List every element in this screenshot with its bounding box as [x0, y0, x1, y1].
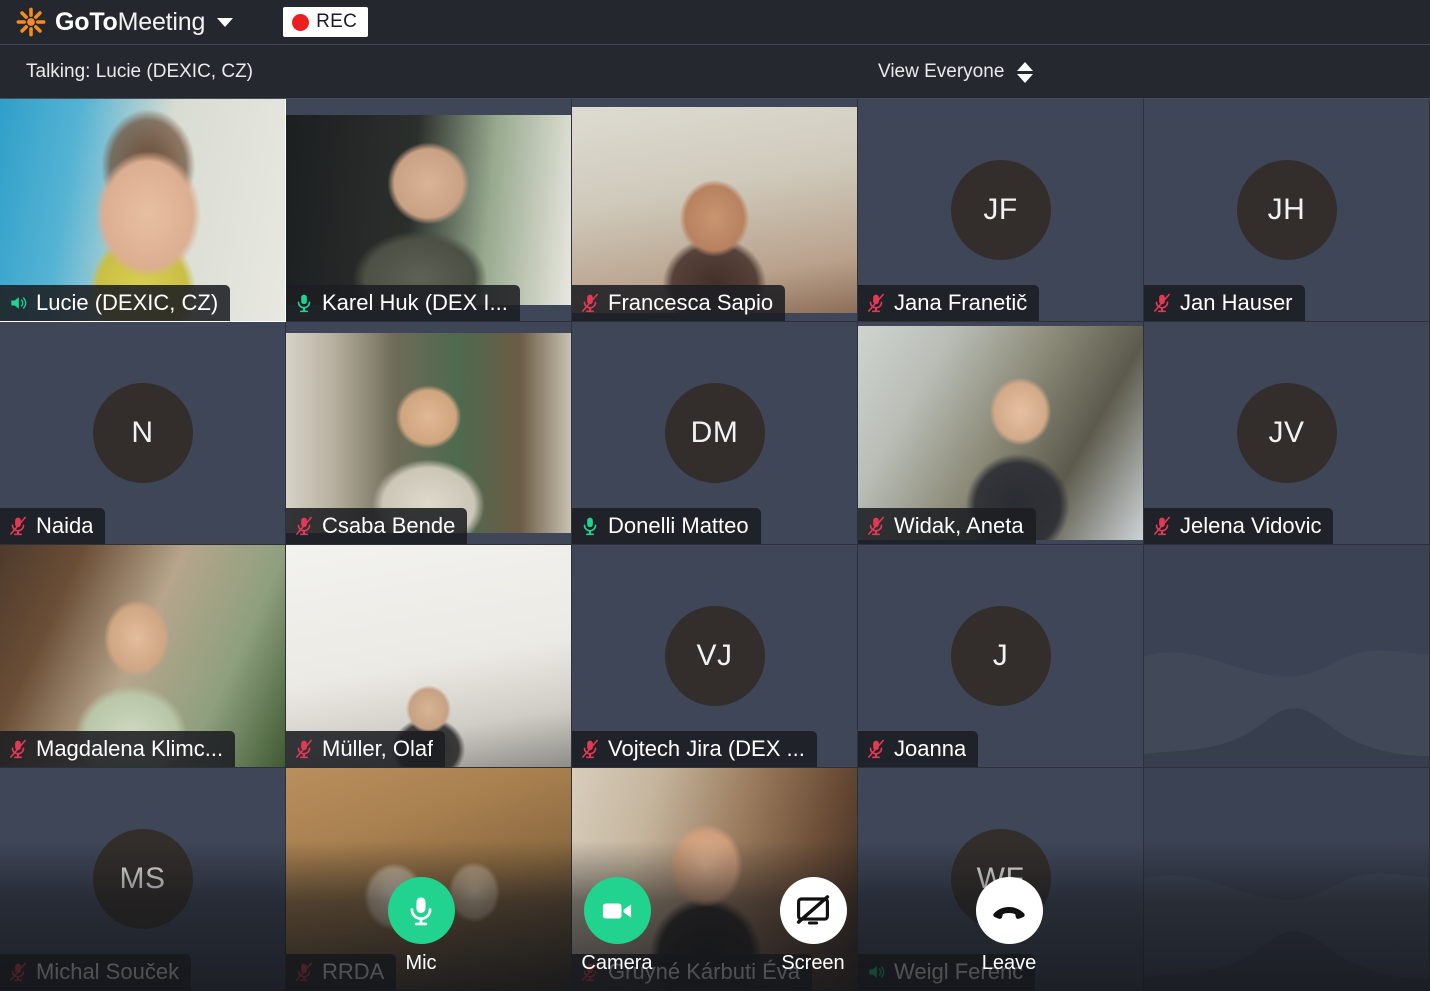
participant-nameplate: Müller, Olaf — [286, 731, 446, 767]
participant-nameplate: Jana Franetič — [858, 285, 1040, 321]
leave-control[interactable]: Leave — [943, 877, 1075, 975]
participant-name: Donelli Matteo — [608, 513, 749, 538]
participant-tile[interactable]: Lucie (DEXIC, CZ) — [0, 99, 286, 322]
record-dot-icon — [292, 13, 310, 31]
participant-name: Joanna — [894, 736, 967, 761]
mic-control[interactable]: Mic — [355, 877, 487, 975]
microphone-muted-icon — [10, 739, 26, 759]
camera-label: Camera — [581, 952, 653, 974]
mic-label: Mic — [405, 952, 437, 974]
meeting-control-bar: Mic Camera Screen Leave — [0, 871, 1430, 991]
avatar: JV — [1236, 383, 1337, 483]
participant-tile[interactable]: Csaba Bende — [286, 322, 572, 545]
participant-video — [286, 333, 571, 533]
talking-status: Talking: Lucie (DEXIC, CZ) — [26, 60, 254, 82]
app-title: GoToMeeting — [55, 8, 205, 37]
chevron-down-icon[interactable] — [217, 17, 234, 27]
recording-indicator[interactable]: REC — [283, 7, 369, 37]
microphone-muted-icon — [582, 739, 598, 759]
participant-name: Jan Hauser — [1180, 290, 1293, 315]
recording-label: REC — [316, 11, 358, 32]
participant-tile[interactable]: JF Jana Franetič — [858, 99, 1144, 322]
avatar: JF — [950, 160, 1051, 260]
microphone-muted-icon — [868, 293, 884, 313]
microphone-icon — [583, 517, 597, 536]
participant-name: Francesca Sapio — [608, 290, 774, 315]
participant-video — [286, 114, 571, 306]
participant-tile[interactable]: J Joanna — [858, 545, 1144, 768]
microphone-muted-icon — [1154, 293, 1170, 313]
app-title-bar: GoToMeeting REC — [0, 0, 1430, 45]
participant-nameplate: Lucie (DEXIC, CZ) — [0, 285, 231, 321]
participant-name: Widak, Aneta — [894, 513, 1024, 538]
participant-nameplate: Vojtech Jira (DEX ... — [572, 731, 817, 767]
participant-nameplate: Jelena Vidovic — [1144, 508, 1334, 544]
participant-nameplate: Csaba Bende — [286, 508, 468, 544]
participant-name: Müller, Olaf — [322, 736, 434, 761]
participant-nameplate: Widak, Aneta — [858, 508, 1036, 544]
gotomeeting-logo-icon — [16, 7, 46, 37]
participant-name: Lucie (DEXIC, CZ) — [36, 290, 219, 315]
avatar: DM — [664, 383, 765, 483]
gotomeeting-window: GoToMeeting REC Talking: Lucie (DEXIC, C… — [0, 0, 1430, 991]
participant-nameplate: Naida — [0, 508, 106, 544]
participant-tile[interactable]: JV Jelena Vidovic — [1144, 322, 1430, 545]
microphone-muted-icon — [868, 516, 884, 536]
microphone-icon — [297, 294, 311, 313]
leave-label: Leave — [981, 952, 1037, 974]
participant-tile[interactable]: DM Donelli Matteo — [572, 322, 858, 545]
participant-name: Naida — [36, 513, 94, 538]
participant-tile[interactable]: Müller, Olaf — [286, 545, 572, 768]
chevron-updown-icon — [1017, 61, 1034, 83]
participant-tile[interactable]: Widak, Aneta — [858, 322, 1144, 545]
speaker-icon — [11, 297, 27, 309]
participant-nameplate: Joanna — [858, 731, 979, 767]
phone-hangup-icon[interactable] — [975, 877, 1043, 944]
view-mode-label: View Everyone — [878, 61, 1005, 82]
avatar: J — [950, 606, 1051, 706]
screen-share-off-icon[interactable] — [779, 877, 847, 944]
participant-tile[interactable]: VJ Vojtech Jira (DEX ... — [572, 545, 858, 768]
participant-nameplate: Donelli Matteo — [572, 508, 761, 544]
participant-name: Vojtech Jira (DEX ... — [608, 736, 805, 761]
participant-name: Karel Huk (DEX I... — [322, 290, 508, 315]
brand-name-light: Meeting — [117, 7, 206, 36]
avatar: JH — [1236, 160, 1337, 260]
status-bar: Talking: Lucie (DEXIC, CZ) View Everyone — [0, 45, 1430, 99]
participant-nameplate: Magdalena Klimc... — [0, 731, 236, 767]
brand-name-bold: GoTo — [55, 7, 118, 36]
screen-control[interactable]: Screen — [747, 877, 879, 975]
participant-grid: Lucie (DEXIC, CZ) Karel Huk (DEX I... Fran… — [0, 99, 1430, 991]
participant-name: Csaba Bende — [322, 513, 456, 538]
avatar: N — [92, 383, 193, 483]
participant-tile[interactable]: Karel Huk (DEX I... — [286, 99, 572, 322]
participant-name: Magdalena Klimc... — [36, 736, 224, 761]
microphone-muted-icon — [296, 739, 312, 759]
view-mode-selector[interactable]: View Everyone — [878, 45, 1034, 99]
video-camera-icon[interactable] — [583, 877, 651, 944]
participant-tile[interactable]: Francesca Sapio — [572, 99, 858, 322]
participant-tile-empty — [1144, 545, 1430, 768]
microphone-muted-icon — [582, 293, 598, 313]
participant-tile[interactable]: JH Jan Hauser — [1144, 99, 1430, 322]
participant-nameplate: Francesca Sapio — [572, 285, 786, 321]
microphone-icon[interactable] — [387, 877, 455, 944]
microphone-muted-icon — [10, 516, 26, 536]
microphone-muted-icon — [296, 516, 312, 536]
participant-name: Jelena Vidovic — [1180, 513, 1322, 538]
participant-tile[interactable]: Magdalena Klimc... — [0, 545, 286, 768]
participant-nameplate: Jan Hauser — [1144, 285, 1305, 321]
camera-control[interactable]: Camera — [551, 877, 683, 975]
participant-video — [572, 106, 857, 314]
participant-nameplate: Karel Huk (DEX I... — [286, 285, 520, 321]
empty-tile-background — [1144, 545, 1429, 767]
participant-name: Jana Franetič — [894, 290, 1028, 315]
microphone-muted-icon — [868, 739, 884, 759]
microphone-muted-icon — [1154, 516, 1170, 536]
participant-tile[interactable]: N Naida — [0, 322, 286, 545]
screen-label: Screen — [781, 952, 845, 974]
avatar: VJ — [664, 606, 765, 706]
